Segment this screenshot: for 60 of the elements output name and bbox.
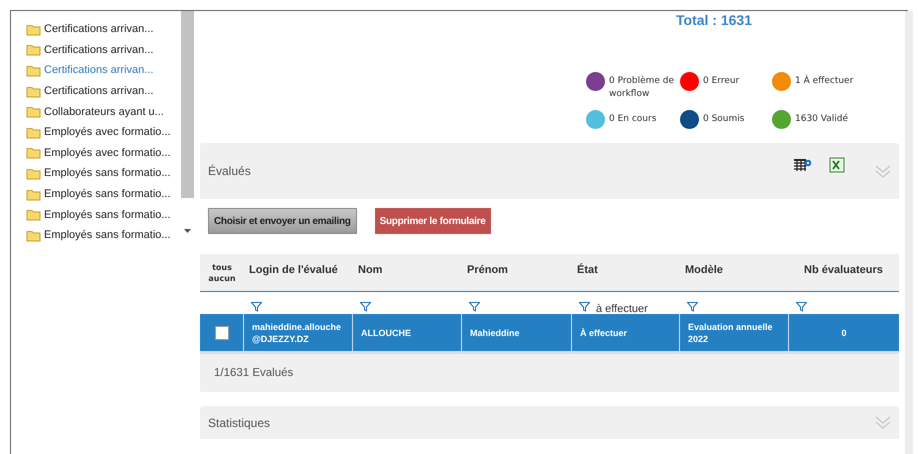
column-header[interactable]: Login de l'évalué xyxy=(244,254,353,276)
legend-label: 1630 Validé xyxy=(795,112,849,126)
spreadsheet-export-icon[interactable] xyxy=(829,157,845,173)
panel-header[interactable]: Évalués xyxy=(200,143,899,199)
filter-icon[interactable] xyxy=(251,302,262,312)
tree-item[interactable]: Employés sans formatio... xyxy=(44,167,171,180)
folder-icon xyxy=(26,146,41,160)
folder-icon xyxy=(26,64,41,77)
total-count: Total : 1631 xyxy=(676,12,752,28)
tree-item[interactable]: Employés sans formatio... xyxy=(44,229,171,242)
legend-label: 1 À effectuer xyxy=(795,74,854,88)
select-all-link[interactable]: tous xyxy=(212,262,232,272)
column-header[interactable]: Nb évaluateurs xyxy=(789,254,899,276)
filter-icon[interactable] xyxy=(687,302,698,312)
filter-icon[interactable] xyxy=(796,302,807,312)
action-button[interactable]: Choisir et envoyer un emailing xyxy=(208,208,357,234)
table-row[interactable]: mahieddine.allouche@DJEZZY.DZ ALLOUCHE Mahieddine À effectuer Evaluation annuelle 2022 0 xyxy=(200,314,899,351)
folder-icon xyxy=(26,166,41,180)
table-settings-icon[interactable] xyxy=(793,157,813,173)
filter-value[interactable]: à effectuer xyxy=(596,304,648,315)
filter-icon[interactable] xyxy=(469,302,480,312)
scroll-down-arrow-icon xyxy=(184,229,191,233)
folder-icon xyxy=(26,43,41,56)
folder-icon xyxy=(26,126,41,139)
legend-label: 0 Problème de workflow xyxy=(609,74,676,101)
row-checkbox[interactable] xyxy=(214,326,228,340)
panel-title: Statistiques xyxy=(208,416,272,430)
folder-icon xyxy=(26,188,41,201)
tree-item[interactable]: Certifications arrivan... xyxy=(44,44,154,56)
tree-item[interactable]: Collaborateurs ayant u... xyxy=(44,106,164,118)
legend-label: 0 En cours xyxy=(609,113,658,126)
column-header[interactable]: Nom xyxy=(353,254,462,276)
filter-icon[interactable] xyxy=(579,302,590,312)
panel-title: Évalués xyxy=(208,164,252,178)
scrollbar-thumb[interactable] xyxy=(181,11,194,198)
tree-item[interactable]: Employés avec formatio... xyxy=(44,146,171,159)
column-header[interactable]: Prénom xyxy=(462,254,572,276)
tree-item[interactable]: Certifications arrivan... xyxy=(44,23,154,36)
folder-icon xyxy=(26,105,41,118)
tree-item[interactable]: Certifications arrivan... xyxy=(44,64,154,76)
table-footer: 1/1631 Evalués xyxy=(200,351,899,392)
double-chevron-down-icon xyxy=(875,415,891,430)
column-header[interactable]: Modèle xyxy=(680,254,789,276)
legend-label: 0 Erreur xyxy=(703,75,740,88)
tree-item[interactable]: Employés sans formatio... xyxy=(44,188,171,200)
folder-icon xyxy=(26,84,41,98)
action-button[interactable]: Supprimer le formulaire xyxy=(374,208,491,234)
tree-item[interactable]: Certifications arrivan... xyxy=(44,85,154,98)
tree-item[interactable]: Employés avec formatio... xyxy=(44,126,171,138)
select-none-link[interactable]: aucun xyxy=(208,272,236,284)
folder-icon xyxy=(26,22,41,36)
double-chevron-down-icon xyxy=(875,164,891,178)
folder-icon xyxy=(26,228,41,242)
filter-icon[interactable] xyxy=(360,302,371,312)
tree-item[interactable]: Employés sans formatio... xyxy=(44,208,171,221)
column-header[interactable]: État xyxy=(572,254,680,276)
panel-header[interactable]: Statistiques xyxy=(200,406,899,439)
folder-icon xyxy=(26,208,41,222)
legend-label: 0 Soumis xyxy=(703,113,746,126)
table-cell-text: 0 xyxy=(840,326,848,340)
